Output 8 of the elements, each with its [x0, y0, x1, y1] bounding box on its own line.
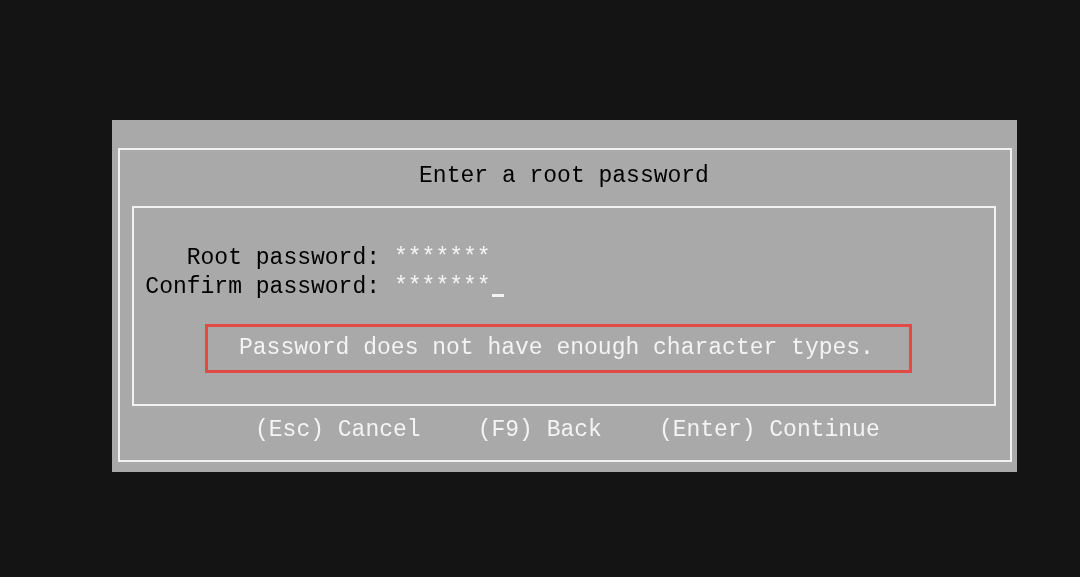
password-field[interactable]: *******	[394, 244, 505, 273]
error-message: Password does not have enough character types.	[205, 324, 912, 373]
dialog-button[interactable]: (Esc) Cancel	[255, 416, 421, 445]
dialog-button[interactable]: (F9) Back	[477, 416, 602, 445]
field-label: Confirm password:	[145, 273, 380, 302]
field-label: Root password:	[186, 244, 380, 273]
dialog-title: Enter a root password	[418, 162, 710, 191]
dialog-button[interactable]: (Enter) Continue	[658, 416, 880, 445]
